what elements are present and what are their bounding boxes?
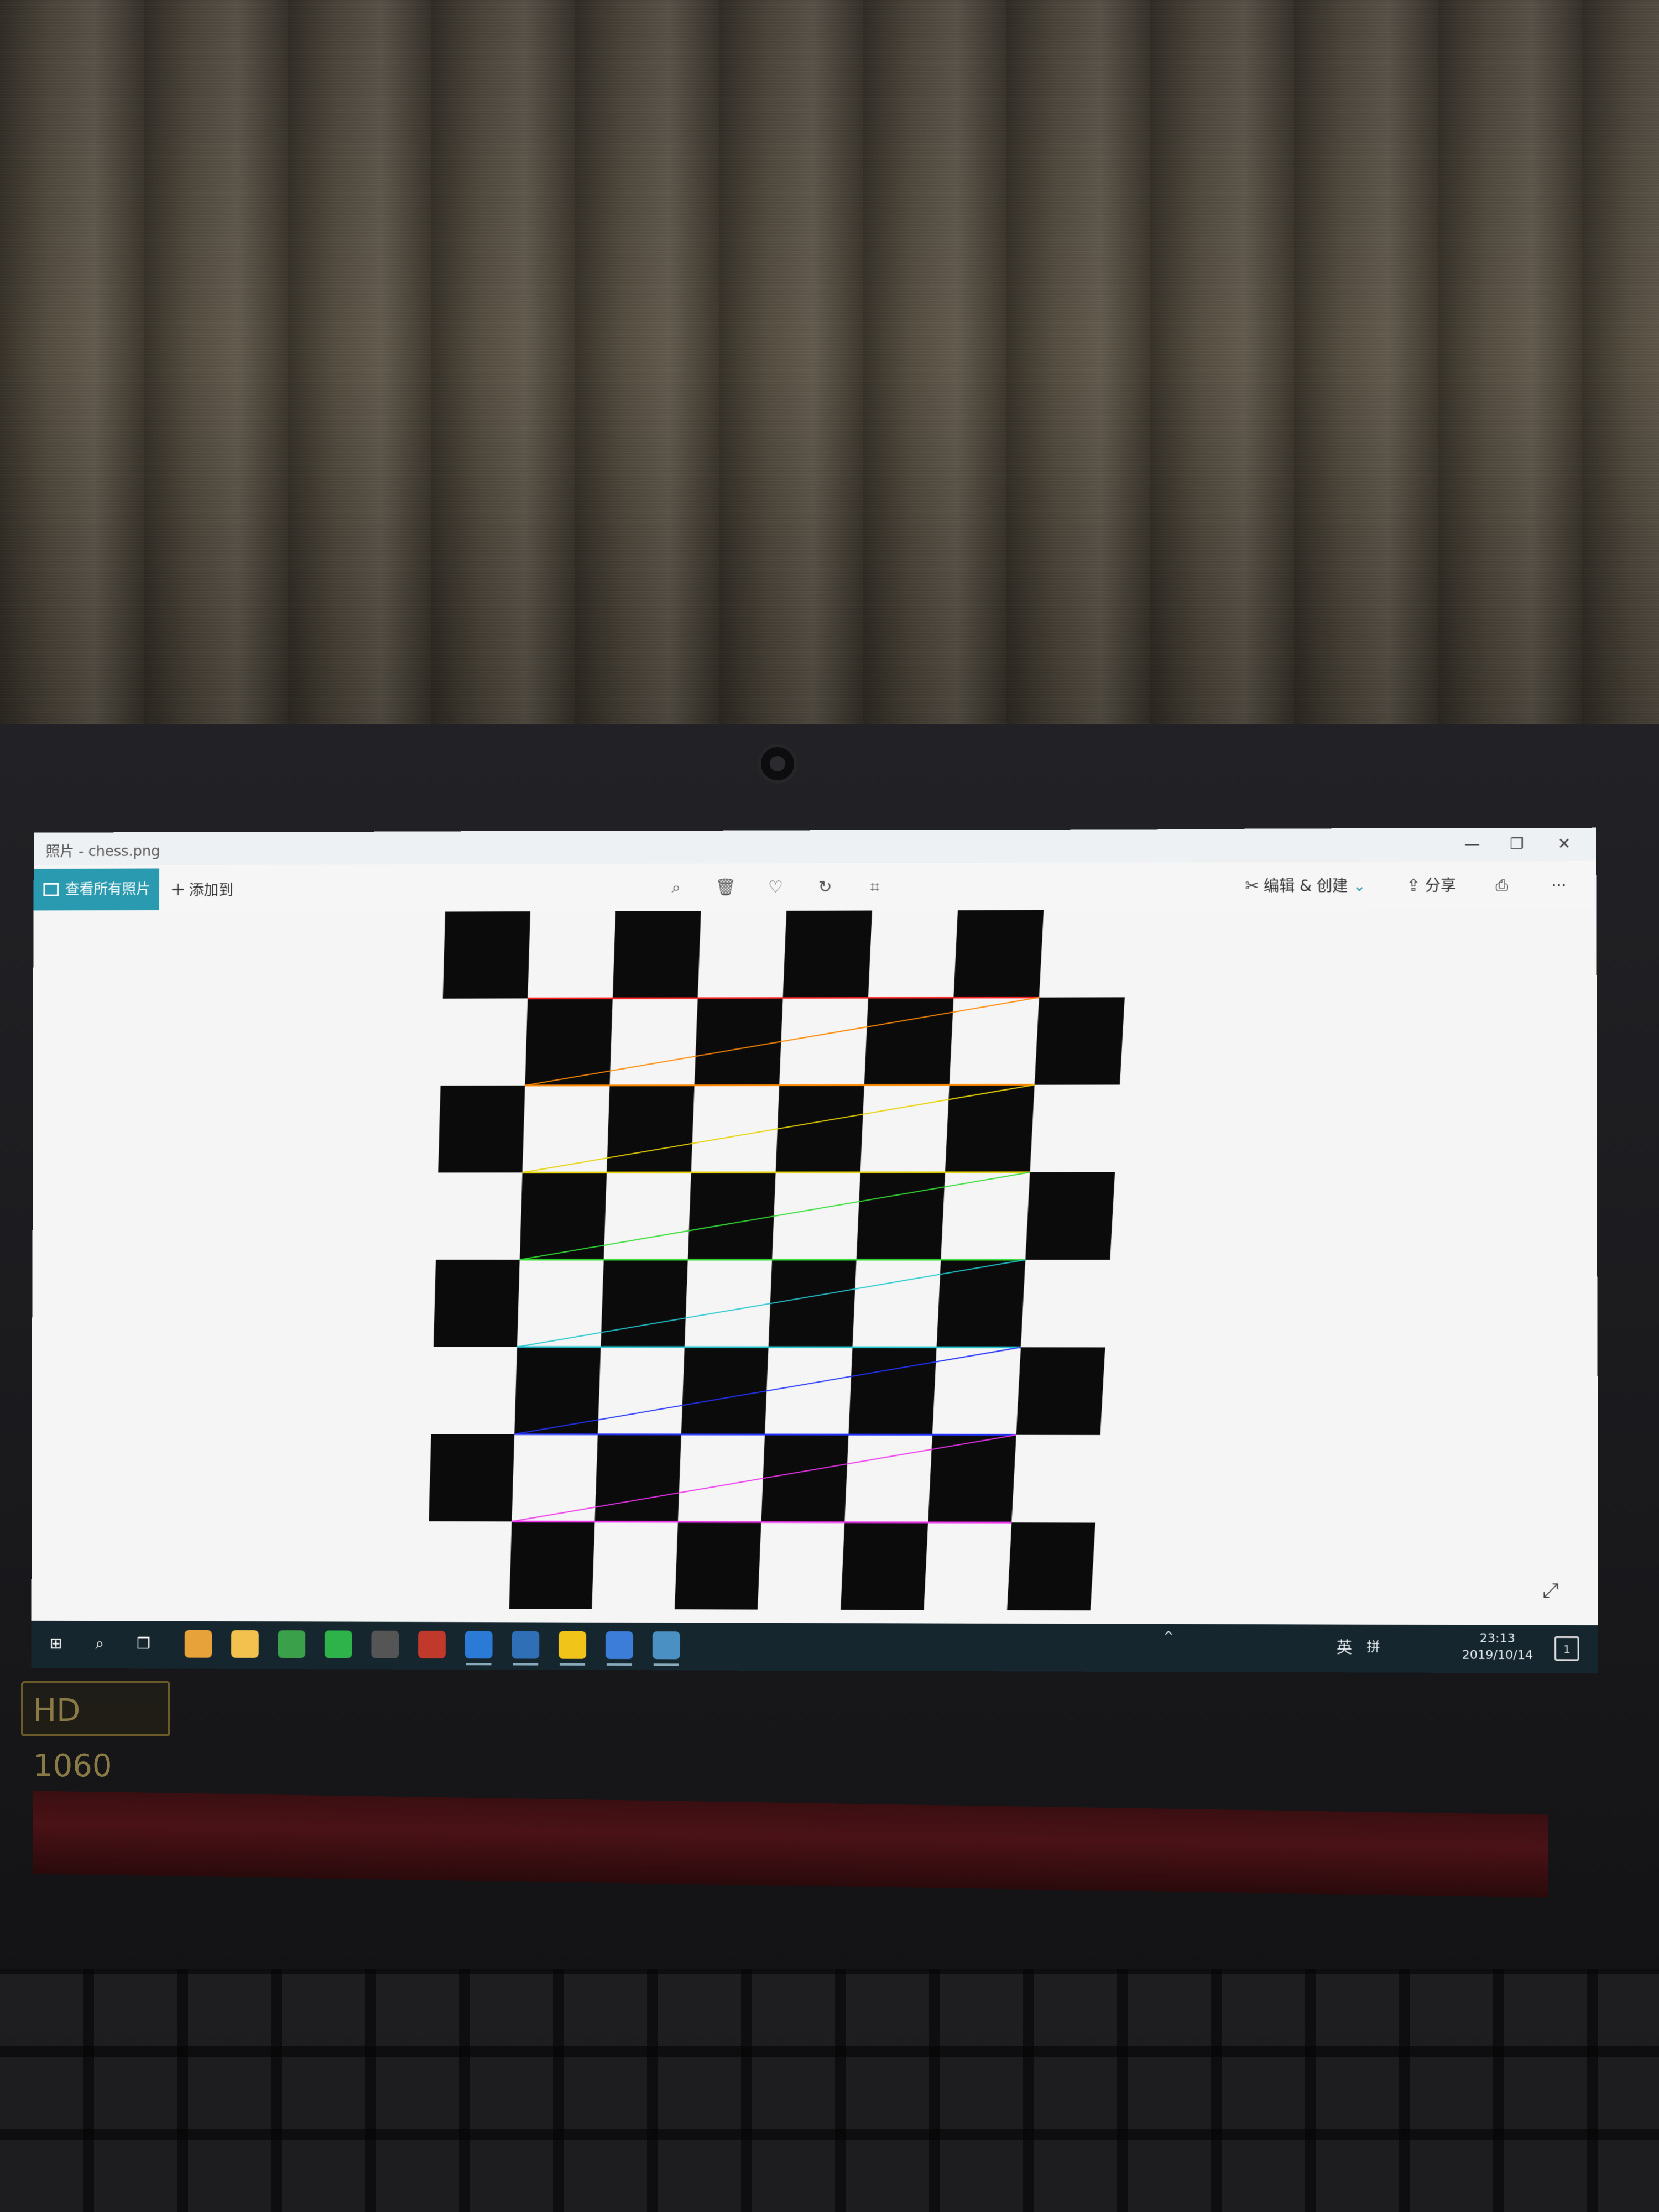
clock-date: 2019/10/14	[1462, 1648, 1533, 1663]
photos-icon[interactable]	[652, 1631, 680, 1660]
search-icon[interactable]: ⌕	[86, 1630, 113, 1657]
teamviewer-icon[interactable]	[465, 1631, 493, 1659]
power-app-icon[interactable]	[418, 1630, 446, 1659]
checker-square	[768, 1259, 857, 1347]
add-to-label: 添加到	[189, 881, 233, 899]
checker-square	[509, 1521, 595, 1609]
checker-square	[1034, 997, 1125, 1085]
checker-square	[1025, 1172, 1115, 1260]
close-button[interactable]: ✕	[1548, 831, 1580, 857]
ime-mode-icon[interactable]: 英	[1337, 1636, 1352, 1673]
checker-square	[841, 1522, 928, 1610]
delete-icon[interactable]: 🗑	[714, 875, 738, 900]
task-view-icon[interactable]: ❐	[130, 1630, 158, 1657]
restore-button[interactable]: ❐	[1501, 831, 1532, 857]
curtain-background	[0, 0, 1659, 774]
laptop-screen: 照片 - chess.png — ❐ ✕ 查看所有照片 + 添加到 ⌕ 🗑 ♡ ↻…	[31, 827, 1599, 1673]
checker-square	[1006, 1522, 1095, 1611]
taskbar: ⊞ ⌕ ❐ ^ 英 拼 23:13 2019/10/14 1	[31, 1620, 1599, 1673]
chevron-down-icon: ⌄	[1353, 877, 1366, 895]
checker-square	[594, 1434, 681, 1522]
webcam-lens	[770, 756, 785, 771]
n-app-icon[interactable]	[371, 1630, 399, 1658]
python-icon[interactable]	[559, 1631, 587, 1659]
window-title: 照片 - chess.png	[45, 843, 160, 860]
share-button[interactable]: ⇪ 分享	[1406, 874, 1456, 898]
checker-square	[612, 911, 701, 999]
share-icon: ⇪	[1406, 875, 1421, 896]
checker-square	[681, 1347, 769, 1435]
checker-square	[848, 1347, 937, 1435]
corner-row-line	[528, 998, 1039, 999]
chrome-icon[interactable]	[184, 1630, 212, 1658]
edit-create-label: 编辑 & 创建	[1263, 877, 1348, 895]
photo-icon	[43, 883, 59, 896]
clock-time: 23:13	[1479, 1631, 1515, 1646]
photos-toolbar: 查看所有照片 + 添加到 ⌕ 🗑 ♡ ↻ ⌗ ✂ 编辑 & 创建 ⌄ ⇪ 分享 ⎙ ·…	[33, 860, 1597, 913]
edit-create-button[interactable]: ✂ 编辑 & 创建 ⌄	[1245, 874, 1366, 899]
add-to-button[interactable]: + 添加到	[170, 868, 233, 910]
checker-square	[761, 1434, 849, 1522]
notes-icon[interactable]	[278, 1630, 306, 1658]
title-bar: 照片 - chess.png — ❐ ✕	[33, 827, 1597, 866]
checker-square	[864, 997, 954, 1086]
checker-square	[438, 1085, 525, 1173]
start-icon[interactable]: ⊞	[42, 1630, 70, 1657]
zoom-icon[interactable]: ⌕	[664, 876, 688, 900]
checker-square	[687, 1172, 776, 1260]
expand-icon[interactable]: ⤢	[1543, 1579, 1559, 1603]
favorite-icon[interactable]: ♡	[763, 875, 787, 900]
system-clock[interactable]: 23:13 2019/10/14	[1458, 1630, 1537, 1664]
checker-square	[775, 1085, 864, 1173]
file-explorer-icon[interactable]	[231, 1630, 259, 1658]
print-icon[interactable]: ⎙	[1496, 873, 1509, 898]
plus-icon: +	[170, 878, 186, 900]
crop-icon[interactable]: ⌗	[863, 875, 887, 900]
checker-square	[601, 1259, 688, 1347]
checker-square	[674, 1521, 761, 1610]
checker-square	[856, 1172, 946, 1260]
checker-square	[782, 910, 873, 998]
view-all-label: 查看所有照片	[65, 881, 151, 898]
reader-icon[interactable]	[605, 1631, 633, 1660]
checker-square	[953, 910, 1044, 998]
checker-square	[442, 911, 530, 999]
keyboard	[0, 1969, 1659, 2212]
minimize-button[interactable]: —	[1457, 831, 1488, 857]
share-label: 分享	[1425, 876, 1457, 895]
vscode-icon[interactable]	[512, 1631, 540, 1659]
rotate-icon[interactable]: ↻	[813, 875, 837, 900]
checker-square	[429, 1434, 515, 1522]
more-button[interactable]: ···	[1551, 873, 1566, 898]
notification-center-icon[interactable]: 1	[1554, 1636, 1579, 1661]
corner-row-line	[512, 1521, 1011, 1522]
checker-square	[694, 998, 783, 1086]
corner-row-line	[523, 1172, 1030, 1173]
checkerboard-image	[429, 910, 1125, 1611]
checker-square	[1016, 1347, 1105, 1435]
refresh-app-icon[interactable]	[324, 1630, 352, 1658]
corner-row-line	[525, 1085, 1034, 1086]
ime-grid-icon[interactable]: 拼	[1366, 1636, 1380, 1673]
edit-icon: ✂	[1245, 876, 1259, 896]
checker-square	[607, 1085, 695, 1173]
image-canvas: ⤢	[31, 909, 1598, 1625]
corner-row-line	[517, 1347, 1021, 1348]
view-all-photos-button[interactable]: 查看所有照片	[33, 868, 159, 911]
tray-chevron-icon[interactable]: ^	[1164, 1630, 1174, 1666]
checker-square	[433, 1259, 520, 1347]
hd-sticker: HD 1060	[21, 1681, 170, 1784]
